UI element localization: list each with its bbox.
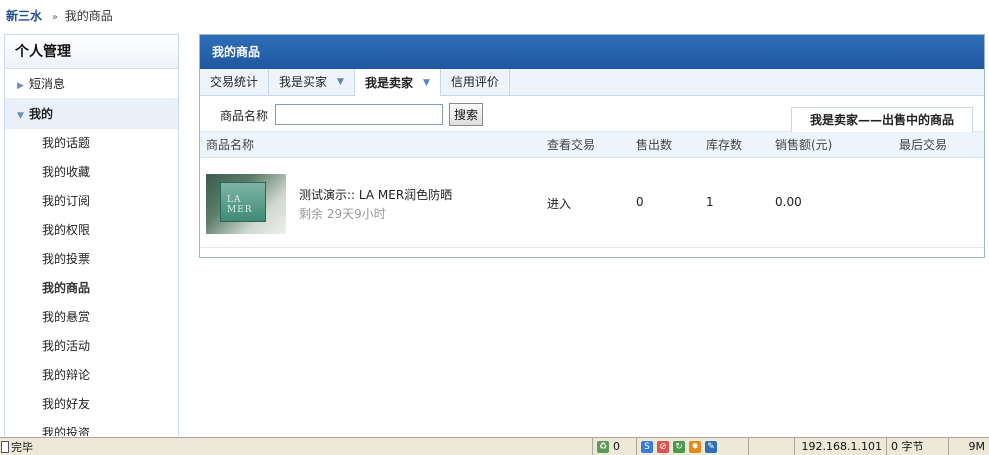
sidebar-item-permissions[interactable]: 我的权限	[5, 216, 178, 245]
block-icon[interactable]: ⊘	[657, 440, 669, 453]
sidebar-item-investments[interactable]: 我的投资	[5, 419, 178, 436]
search-button[interactable]: 搜索	[449, 103, 483, 126]
product-time-remaining: 剩余 29天9小时	[299, 207, 386, 221]
thumb-text: LA MER	[227, 195, 253, 215]
tab-trade-stats[interactable]: 交易统计	[200, 69, 270, 95]
status-memory: 9M	[948, 438, 989, 455]
status-done: 完毕	[0, 438, 592, 455]
tab-credit-rating[interactable]: 信用评价	[441, 69, 510, 95]
status-plugins: S ⊘ ↻ ✸ ✎	[636, 438, 748, 455]
breadcrumb: 新三水 » 我的商品	[6, 8, 113, 24]
chevron-down-icon[interactable]: ▼	[337, 69, 344, 95]
product-name-link[interactable]: 测试演示:: LA MER润色防晒	[299, 186, 452, 203]
tab-buyer[interactable]: 我是买家 ▼	[269, 69, 355, 95]
search-label: 商品名称	[220, 109, 269, 123]
sidebar-group-label: 我的	[29, 107, 54, 121]
tab-seller[interactable]: 我是卖家 ▼	[354, 69, 441, 96]
sidebar-group-label: 短消息	[29, 77, 66, 91]
column-header-stock: 库存数	[706, 138, 743, 152]
sidebar-item-goods[interactable]: 我的商品	[5, 274, 178, 303]
recycle-icon: ♻	[597, 440, 609, 453]
status-counter[interactable]: ♻ 0	[592, 438, 636, 455]
edit-icon[interactable]: ✎	[705, 440, 717, 453]
stock-count: 1	[706, 195, 714, 209]
sidebar-group-messages[interactable]: ▶ 短消息	[5, 69, 178, 99]
seller-selling-tab[interactable]: 我是卖家——出售中的商品	[791, 107, 973, 133]
breadcrumb-separator: »	[51, 12, 58, 23]
sidebar-item-topics[interactable]: 我的话题	[5, 129, 178, 158]
chevron-down-icon: ▼	[17, 111, 24, 121]
sidebar-item-debates[interactable]: 我的辩论	[5, 361, 178, 390]
product-name-input[interactable]	[275, 104, 443, 125]
gear-icon[interactable]: ✸	[689, 440, 701, 453]
product-thumbnail[interactable]: LA MER	[206, 174, 286, 234]
sidebar: 个人管理 ▶ 短消息 ▼ 我的 我的话题 我的收藏 我的订阅 我的权限 我的投票 我…	[4, 34, 179, 436]
chevron-down-icon[interactable]: ▼	[423, 70, 430, 96]
sidebar-item-favorites[interactable]: 我的收藏	[5, 158, 178, 187]
view-trade-link[interactable]: 进入	[547, 195, 571, 212]
sidebar-title: 个人管理	[5, 35, 178, 69]
goods-panel: 我的商品 交易统计 我是买家 ▼ 我是卖家 ▼ 信用评价 商品名称 搜索 我是卖家—…	[199, 34, 985, 258]
breadcrumb-current: 我的商品	[64, 9, 113, 23]
table-header: 商品名称 查看交易 售出数 库存数 销售额(元) 最后交易	[200, 132, 984, 158]
product-box-image: LA MER	[220, 182, 266, 222]
sidebar-item-rewards[interactable]: 我的悬赏	[5, 303, 178, 332]
column-header-sales: 销售额(元)	[775, 138, 833, 152]
panel-title: 我的商品	[200, 35, 984, 69]
status-ip: 192.168.1.101	[794, 438, 886, 455]
sidebar-item-friends[interactable]: 我的好友	[5, 390, 178, 419]
tab-label: 信用评价	[450, 75, 499, 89]
tab-label: 交易统计	[210, 75, 259, 89]
counter-value: 0	[613, 440, 620, 453]
table-row: LA MER 测试演示:: LA MER润色防晒 剩余 29天9小时 进入 0 …	[200, 158, 984, 248]
column-header-name: 商品名称	[206, 138, 255, 152]
page-icon	[1, 440, 9, 453]
column-header-sold: 售出数	[636, 138, 673, 152]
column-header-view: 查看交易	[547, 138, 596, 152]
status-empty	[748, 438, 794, 455]
search-row: 商品名称 搜索 我是卖家——出售中的商品	[200, 96, 984, 133]
status-bytes: 0 字节	[886, 438, 948, 455]
sidebar-item-polls[interactable]: 我的投票	[5, 245, 178, 274]
sidebar-group-mine[interactable]: ▼ 我的	[5, 99, 178, 129]
status-text: 完毕	[11, 440, 33, 454]
sold-count: 0	[636, 195, 644, 209]
chevron-right-icon: ▶	[17, 81, 24, 91]
column-header-last-trade: 最后交易	[899, 138, 948, 152]
sync-icon[interactable]: S	[641, 440, 653, 453]
sales-amount: 0.00	[775, 195, 802, 209]
tab-bar: 交易统计 我是买家 ▼ 我是卖家 ▼ 信用评价	[200, 69, 984, 96]
tab-label: 我是买家	[279, 75, 328, 89]
breadcrumb-home-link[interactable]: 新三水	[6, 9, 42, 23]
sidebar-item-activities[interactable]: 我的活动	[5, 332, 178, 361]
tab-label: 我是卖家	[364, 75, 413, 90]
refresh-icon[interactable]: ↻	[673, 440, 685, 453]
sidebar-item-subscriptions[interactable]: 我的订阅	[5, 187, 178, 216]
browser-status-bar: 完毕 ♻ 0 S ⊘ ↻ ✸ ✎ 192.168.1.101 0 字节 9M	[0, 437, 989, 455]
